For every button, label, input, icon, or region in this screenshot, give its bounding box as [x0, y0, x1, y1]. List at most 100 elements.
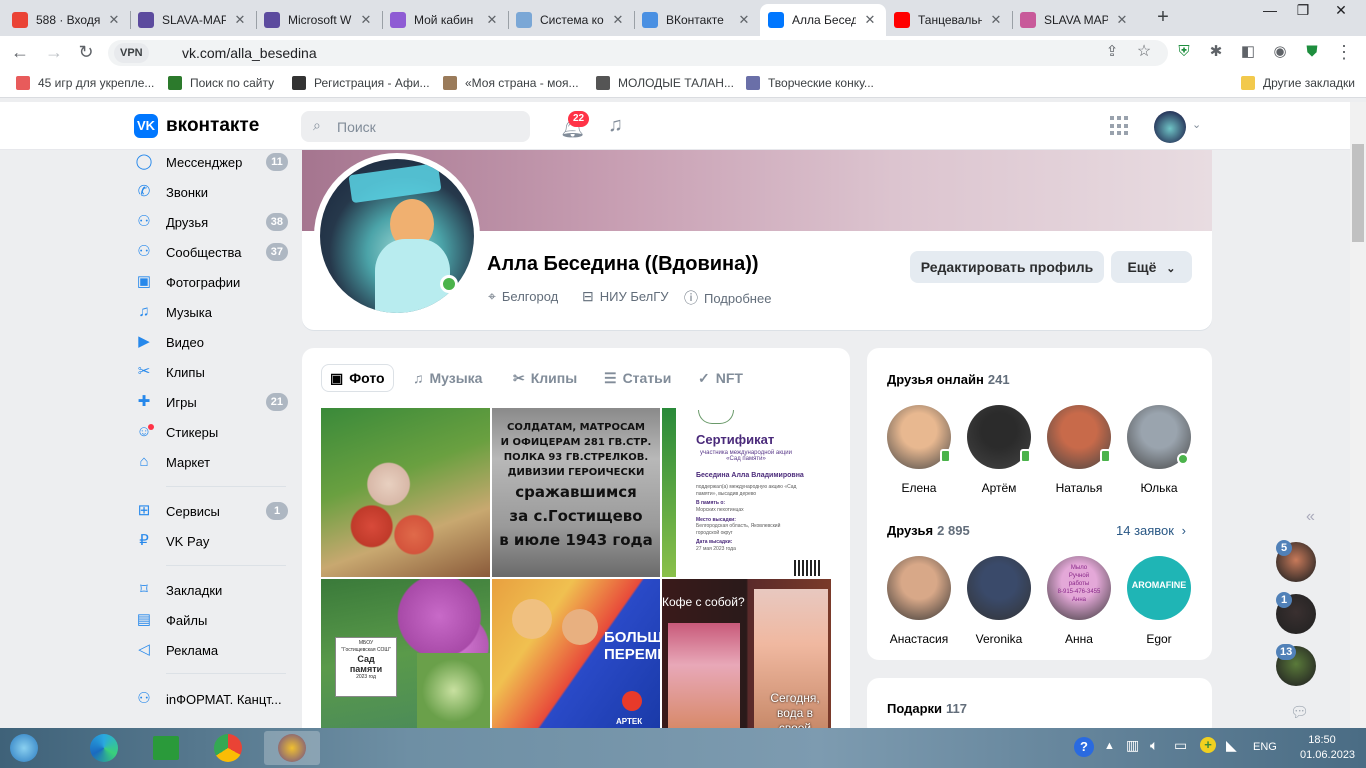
collapse-chats-icon[interactable]: «	[1306, 508, 1315, 526]
start-button[interactable]	[6, 731, 42, 765]
user-avatar[interactable]	[1154, 111, 1186, 143]
addon-tray-icon[interactable]: +	[1200, 737, 1216, 753]
menu-item[interactable]: ₽ VK Pay	[134, 527, 290, 555]
sidepanel-icon[interactable]: ◧	[1238, 42, 1258, 62]
friends-header[interactable]: Друзья 2 895	[887, 523, 970, 538]
friend-online-item[interactable]: Артём	[959, 405, 1039, 495]
menu-item[interactable]: ⊞ Сервисы 1	[134, 497, 290, 525]
friend-online-item[interactable]: Елена	[879, 405, 959, 495]
bookmark-item[interactable]: 45 игр для укрепле...	[16, 76, 154, 90]
profile-university[interactable]: ⊟ НИУ БелГУ	[582, 288, 669, 305]
network-icon[interactable]: ▥	[1126, 737, 1139, 754]
volume-icon[interactable]: 🔈︎	[1150, 737, 1158, 754]
bookmark-star-icon[interactable]: ☆	[1134, 42, 1154, 62]
tab-8[interactable]: Танцевальн ✕	[886, 4, 1012, 36]
profile-icon[interactable]: ◉	[1270, 42, 1290, 62]
restore-button[interactable]: ❐	[1288, 2, 1318, 19]
media-tab[interactable]: ✓ NFT	[690, 364, 751, 392]
photo-vegetables[interactable]	[321, 408, 490, 577]
search-input[interactable]	[301, 111, 530, 142]
tray-arrow-icon[interactable]: ▲	[1104, 740, 1115, 752]
apps-grid-icon[interactable]	[1110, 116, 1130, 136]
close-window-button[interactable]: ✕	[1326, 2, 1356, 19]
bookmark-item[interactable]: Поиск по сайту	[168, 76, 274, 90]
close-tab-icon[interactable]: ✕	[484, 12, 500, 28]
vpn-badge[interactable]: VPN	[114, 43, 149, 63]
media-tab[interactable]: ♫ Музыка	[405, 364, 490, 392]
language-indicator[interactable]: ENG	[1253, 741, 1277, 753]
media-tab[interactable]: ▣ Фото	[321, 364, 394, 392]
menu-item[interactable]: ☺ Стикеры	[134, 418, 290, 446]
chrome-taskbar-icon[interactable]	[210, 731, 246, 765]
scrollbar-thumb[interactable]	[1352, 144, 1364, 242]
battery-icon[interactable]: ▭	[1174, 737, 1187, 754]
close-tab-icon[interactable]: ✕	[862, 12, 878, 28]
friend-item[interactable]: Veronika	[959, 556, 1039, 646]
chat-icon[interactable]: 💬︎	[1290, 703, 1309, 721]
edit-profile-button[interactable]: Редактировать профиль	[910, 251, 1104, 283]
new-tab-button[interactable]: +	[1152, 6, 1174, 29]
security-check-icon[interactable]: ⛊	[1302, 42, 1322, 62]
tab-7[interactable]: Алла Бесед ✕	[760, 4, 886, 36]
tab-1[interactable]: 588 · Входя ✕	[4, 4, 130, 36]
close-tab-icon[interactable]: ✕	[106, 12, 122, 28]
close-tab-icon[interactable]: ✕	[610, 12, 626, 28]
close-tab-icon[interactable]: ✕	[358, 12, 374, 28]
photo-certificate[interactable]: Сертификат участника международной акции…	[662, 408, 831, 577]
menu-item[interactable]: ⚇ Друзья 38	[134, 208, 290, 236]
menu-item[interactable]: ⚇ inФОРМАТ. Канцт...	[134, 685, 290, 713]
minimize-button[interactable]: —	[1255, 2, 1285, 18]
close-tab-icon[interactable]: ✕	[988, 12, 1004, 28]
menu-item[interactable]: ✚ Игры 21	[134, 388, 290, 416]
photo-coffee[interactable]: Кофе с собой? Сегодня, вода в своей	[662, 579, 831, 728]
tab-4[interactable]: Мой кабин ✕	[382, 4, 508, 36]
edge-taskbar-icon[interactable]	[86, 731, 122, 765]
friends-online-header[interactable]: Друзья онлайн 241	[887, 372, 1010, 387]
menu-item[interactable]: ✆ Звонки	[134, 178, 290, 206]
taskbar-clock[interactable]: 18:50 01.06.2023	[1300, 733, 1355, 763]
forward-icon[interactable]: →	[44, 42, 64, 62]
photo-garden[interactable]: МБОУ "Гостищевская СОШ" Сад памяти 2023 год	[321, 579, 490, 728]
close-tab-icon[interactable]: ✕	[1114, 12, 1130, 28]
profile-more-info[interactable]: ⓘ Подробнее	[684, 288, 771, 308]
more-button[interactable]: Ещё ⌄	[1111, 251, 1192, 283]
other-bookmarks[interactable]: Другие закладки	[1241, 76, 1355, 90]
photo-memorial[interactable]: СОЛДАТАМ, МАТРОСАМ И ОФИЦЕРАМ 281 ГВ.СТР.…	[492, 408, 660, 577]
url-text[interactable]: vk.com/alla_besedina	[182, 45, 317, 61]
menu-item[interactable]: ◯ Мессенджер 11	[134, 148, 290, 176]
tab-3[interactable]: Microsoft W ✕	[256, 4, 382, 36]
close-tab-icon[interactable]: ✕	[736, 12, 752, 28]
menu-item[interactable]: ▣ Фотографии	[134, 268, 290, 296]
menu-item[interactable]: ▤ Файлы	[134, 606, 290, 634]
friend-online-item[interactable]: Юлька	[1119, 405, 1199, 495]
extensions-icon[interactable]: ✱	[1206, 42, 1226, 62]
menu-item[interactable]: ▶ Видео	[134, 328, 290, 356]
menu-item[interactable]: ⌑ Закладки	[134, 576, 290, 604]
friend-item[interactable]: Анастасия	[879, 556, 959, 646]
gifts-header[interactable]: Подарки 117	[887, 701, 967, 716]
vk-logo-icon[interactable]: VK	[134, 114, 158, 138]
media-tab[interactable]: ✂ Клипы	[505, 364, 585, 392]
shield-extension-icon[interactable]: ⛨	[1174, 42, 1194, 62]
help-icon[interactable]: ?	[1074, 737, 1094, 757]
browser-menu-icon[interactable]: ⋮	[1334, 42, 1354, 62]
friend-requests-link[interactable]: 14 заявок ›	[1116, 523, 1186, 538]
store-taskbar-icon[interactable]	[148, 731, 184, 765]
friend-item[interactable]: AROMAFINE Egor	[1119, 556, 1199, 646]
menu-item[interactable]: ♫ Музыка	[134, 298, 290, 326]
chevron-down-icon[interactable]: ⌄	[1192, 118, 1201, 131]
menu-item[interactable]: ⚇ Сообщества 37	[134, 238, 290, 266]
vk-logo-text[interactable]: вконтакте	[166, 115, 259, 137]
wifi-icon[interactable]: ◣	[1226, 737, 1237, 754]
bookmark-item[interactable]: Регистрация - Афи...	[292, 76, 430, 90]
profile-city[interactable]: ⌖ Белгород	[488, 288, 558, 305]
menu-item[interactable]: ◁ Реклама	[134, 636, 290, 664]
bookmark-item[interactable]: МОЛОДЫЕ ТАЛАН...	[596, 76, 734, 90]
tab-2[interactable]: SLAVA-МАР ✕	[130, 4, 256, 36]
tab-5[interactable]: Система ко ✕	[508, 4, 634, 36]
tab-6[interactable]: ВКонтакте ✕	[634, 4, 760, 36]
share-icon[interactable]: ⇪	[1102, 42, 1122, 62]
menu-item[interactable]: ✂ Клипы	[134, 358, 290, 386]
bookmark-item[interactable]: Творческие конку...	[746, 76, 874, 90]
tab-9[interactable]: SLAVA МАР ✕	[1012, 4, 1138, 36]
